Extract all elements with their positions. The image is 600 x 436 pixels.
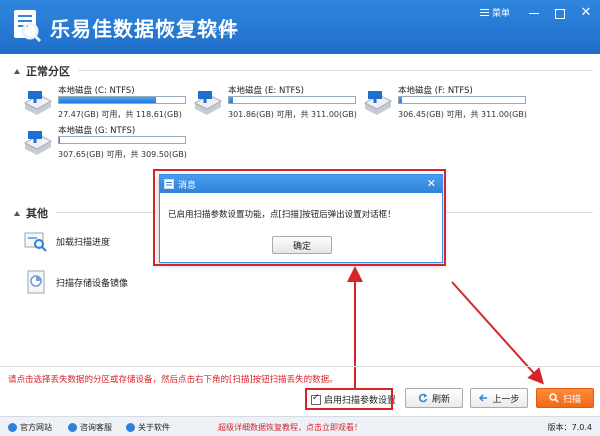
minimize-button[interactable] [528,7,540,19]
refresh-label: 刷新 [431,394,450,405]
version-label: 版本：7.0.4 [547,423,592,432]
refresh-button[interactable]: 刷新 [405,388,463,408]
back-label: 上一步 [492,394,520,405]
hint-bar: 请点击选择丢失数据的分区或存储设备，然后点击右下角的[扫描]按钮扫描丢失的数据。 [0,366,600,386]
window-controls: 菜单 ✕ [476,5,592,20]
scan-image-label: 扫描存储设备镜像 [56,278,129,289]
info-icon [126,423,135,432]
hard-disk-icon [23,91,53,115]
section-divider [445,212,593,213]
support-link[interactable]: 咨询客服 [68,422,112,433]
menu-button[interactable]: 菜单 [476,5,514,20]
load-progress-tool[interactable]: 加载扫描进度 [24,229,110,253]
app-logo-icon [14,10,42,43]
disk-name: 本地磁盘 (F: NTFS) [398,86,473,96]
tutorial-link[interactable]: 超级详细数据恢复教程，点击立即观看！ [218,422,362,433]
hard-disk-icon [193,91,223,115]
back-button[interactable]: 上一步 [470,388,528,408]
scan-button[interactable]: 扫描 [536,388,594,408]
disk-usage-fill [59,137,61,143]
partitions-section-title: 正常分区 [14,63,70,79]
disk-e[interactable]: 本地磁盘 (E: NTFS) 301.86(GB) 可用，共 311.00(GB… [192,84,362,124]
about-link[interactable]: 关于软件 [126,422,170,433]
support-icon [68,423,77,432]
menu-icon [479,9,489,16]
collapse-icon[interactable] [14,68,20,74]
website-label: 官方网站 [20,423,52,432]
highlight-checkbox [305,388,393,410]
hard-disk-icon [23,131,53,155]
scan-image-tool[interactable]: 扫描存储设备镜像 [24,270,128,294]
disk-g[interactable]: 本地磁盘 (G: NTFS) 307.65(GB) 可用，共 309.50(GB… [22,124,192,164]
hint-text: 请点击选择丢失数据的分区或存储设备，然后点击右下角的[扫描]按钮扫描丢失的数据。 [8,375,338,385]
disk-image-icon [27,270,45,294]
partitions-title-text: 正常分区 [26,65,70,78]
disk-usage-fill [229,97,233,103]
other-section-title: 其他 [14,205,48,221]
support-label: 咨询客服 [80,423,112,432]
home-icon [8,423,17,432]
app-edition: 专业版 [209,27,237,37]
load-progress-icon [24,232,47,252]
disk-c[interactable]: 本地磁盘 (C: NTFS) 27.47(GB) 可用，共 118.61(GB) [22,84,192,124]
disk-capacity: 307.65(GB) 可用，共 309.50(GB) [58,150,187,159]
disk-usage-fill [399,97,402,103]
disk-usage-bar [398,96,526,104]
collapse-icon[interactable] [14,210,20,216]
highlight-dialog [153,169,446,266]
close-button[interactable]: ✕ [580,6,592,19]
refresh-icon [418,393,428,403]
disk-name: 本地磁盘 (E: NTFS) [228,86,304,96]
website-link[interactable]: 官方网站 [8,422,52,433]
search-icon [549,393,559,403]
disk-capacity: 27.47(GB) 可用，共 118.61(GB) [58,110,182,119]
menu-label: 菜单 [491,9,510,19]
disk-usage-bar [228,96,356,104]
scan-label: 扫描 [562,394,581,405]
disk-f[interactable]: 本地磁盘 (F: NTFS) 306.45(GB) 可用，共 311.00(GB… [362,84,532,124]
section-divider [56,212,156,213]
disk-name: 本地磁盘 (G: NTFS) [58,126,136,136]
maximize-button[interactable] [554,7,566,19]
load-progress-label: 加载扫描进度 [56,237,111,248]
hard-disk-icon [363,91,393,115]
section-divider [78,70,593,71]
disk-capacity: 301.86(GB) 可用，共 311.00(GB) [228,110,357,119]
disk-usage-fill [59,97,157,103]
disk-capacity: 306.45(GB) 可用，共 311.00(GB) [398,110,527,119]
disk-name: 本地磁盘 (C: NTFS) [58,86,135,96]
status-bar: 官方网站 咨询客服 关于软件 超级详细数据恢复教程，点击立即观看！ 版本：7.0… [0,416,600,436]
title-bar: 乐易佳数据恢复软件 专业版 菜单 ✕ [0,0,600,54]
about-label: 关于软件 [138,423,170,432]
arrow-left-icon [479,394,488,402]
disk-usage-bar [58,136,186,144]
other-title-text: 其他 [26,207,48,220]
disk-usage-bar [58,96,186,104]
